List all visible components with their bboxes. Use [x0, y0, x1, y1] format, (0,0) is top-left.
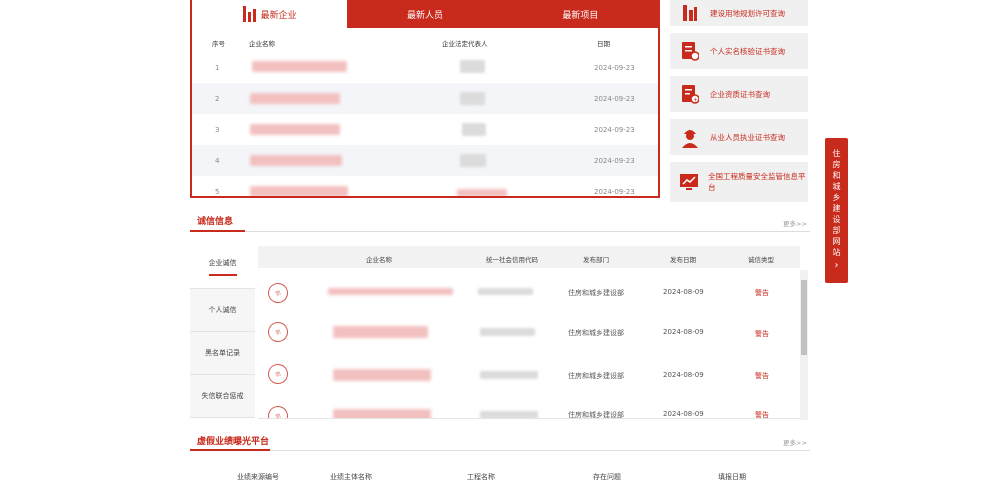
credit-title: 诚信信息 [197, 217, 234, 227]
col-name: 企业名称 [366, 256, 392, 264]
table-row[interactable]: 3 2024-09-23 [192, 114, 658, 145]
blurred-code [480, 411, 538, 418]
side-card-planning[interactable]: 建设用地规划许可查询 [670, 0, 808, 26]
side-card-label: 全国工程质量安全监管信息平台 [708, 172, 806, 192]
table-row[interactable]: 罚 住房和城乡建设部 2024-08-09 警告 [258, 354, 800, 396]
col-project: 工程名称 [467, 473, 495, 481]
blurred-rep [460, 154, 486, 167]
table-row[interactable]: 罚 住房和城乡建设部 2024-08-09 警告 [258, 312, 800, 354]
blurred-code [478, 288, 533, 295]
tab-label: 最新人员 [406, 10, 443, 21]
blurred-code [480, 371, 538, 379]
blurred-rep [460, 60, 485, 73]
tab-latest-personnel[interactable]: 最新人员 [347, 0, 502, 28]
side-card-label: 建设用地规划许可查询 [710, 8, 785, 18]
col-dept: 发布部门 [583, 256, 609, 264]
credit-scrollbar[interactable] [800, 270, 808, 420]
chevron-right-icon: › [834, 260, 839, 271]
chart-icon [670, 173, 708, 191]
table-row[interactable]: 1 2024-09-23 [192, 52, 658, 83]
stamp-icon: 罚 [265, 280, 291, 306]
credit-table-bottom [258, 418, 808, 419]
table-row[interactable]: 2 2024-09-23 [192, 83, 658, 114]
tab-latest-project[interactable]: 最新项目 [503, 0, 658, 28]
credit-divider [190, 231, 810, 232]
table-row[interactable]: 5 2024-09-23 [192, 176, 658, 196]
mohurd-float-tab[interactable]: 住房和城乡建设部网站 › [825, 138, 848, 283]
latest-panel: 最新企业 最新人员 最新项目 序号 企业名称 企业法定代表人 日期 1 2024… [190, 0, 660, 198]
side-card-label: 个人实名核验证书查询 [710, 46, 785, 56]
stamp-icon: 罚 [265, 361, 291, 387]
side-card-label: 企业资质证书查询 [710, 89, 770, 99]
credit-more-link[interactable]: 更多>> [783, 218, 807, 228]
blurred-name [250, 186, 348, 196]
id-card-icon [670, 41, 710, 61]
credit-nav-discipline[interactable]: 失信联合惩戒 [190, 375, 255, 418]
building-icon [242, 6, 257, 22]
blurred-name [252, 61, 347, 72]
table-row[interactable]: 4 2024-09-23 [192, 145, 658, 176]
col-name: 企业名称 [249, 40, 275, 48]
side-card-quality-platform[interactable]: 全国工程质量安全监管信息平台 [670, 162, 808, 202]
blurred-rep [460, 92, 485, 105]
credit-nav-personal[interactable]: 个人诚信 [190, 289, 255, 332]
blurred-code [480, 328, 535, 336]
side-card-practitioner[interactable]: 从业人员执业证书查询 [670, 119, 808, 155]
blurred-name [250, 155, 342, 166]
blurred-name [333, 326, 428, 338]
col-date: 发布日期 [670, 256, 696, 264]
credit-nav-blacklist[interactable]: 黑名单记录 [190, 332, 255, 375]
col-fill-date: 填报日期 [718, 473, 746, 481]
side-card-id-verify[interactable]: 个人实名核验证书查询 [670, 33, 808, 69]
stamp-icon: 罚 [265, 403, 291, 418]
table-row[interactable]: 罚 住房和城乡建设部 2024-08-09 警告 [258, 270, 800, 312]
col-no: 序号 [212, 40, 225, 48]
col-content: 诚信类型 [748, 256, 774, 264]
latest-table-header: 序号 企业名称 企业法定代表人 日期 [192, 30, 658, 52]
svg-text:+: + [693, 97, 698, 104]
latest-tabs: 最新企业 最新人员 最新项目 [192, 0, 658, 28]
blurred-name [250, 124, 340, 135]
worker-icon [670, 126, 710, 148]
col-date: 日期 [597, 40, 610, 48]
blurred-name [333, 409, 431, 418]
platform-divider [190, 450, 810, 451]
tab-label: 最新企业 [260, 10, 297, 21]
table-row[interactable]: 罚 住房和城乡建设部 2024-08-09 警告 [258, 396, 800, 418]
side-card-label: 从业人员执业证书查询 [710, 132, 785, 142]
col-issue: 存在问题 [593, 473, 621, 481]
credit-underline [190, 230, 245, 232]
platform-title: 虚假业绩曝光平台 [197, 437, 270, 447]
tab-label: 最新项目 [562, 10, 599, 21]
document-icon: + [670, 84, 710, 104]
platform-more-link[interactable]: 更多>> [783, 437, 807, 447]
credit-table-header: 企业名称 统一社会信用代码 发布部门 发布日期 诚信类型 [258, 246, 800, 268]
blurred-name [250, 93, 340, 104]
side-card-qualification[interactable]: + 企业资质证书查询 [670, 76, 808, 112]
blurred-name [328, 288, 453, 295]
platform-underline [190, 449, 270, 451]
stamp-icon: 罚 [265, 319, 291, 345]
scrollbar-thumb[interactable] [801, 280, 807, 355]
platform-table-header: 业绩来源编号 业绩主体名称 工程名称 存在问题 填报日期 [190, 464, 810, 488]
tab-latest-enterprise[interactable]: 最新企业 [192, 0, 348, 28]
col-code: 统一社会信用代码 [486, 256, 538, 264]
blurred-name [333, 369, 431, 381]
col-source: 业绩来源编号 [237, 473, 279, 481]
blurred-rep [462, 123, 486, 136]
credit-nav-enterprise[interactable]: 企业诚信 [190, 246, 255, 289]
col-rep: 企业法定代表人 [442, 40, 488, 48]
blurred-rep [457, 189, 507, 196]
building-icon [670, 5, 710, 21]
col-subject: 业绩主体名称 [330, 473, 372, 481]
float-tab-label: 住房和城乡建设部网站 [832, 149, 841, 257]
